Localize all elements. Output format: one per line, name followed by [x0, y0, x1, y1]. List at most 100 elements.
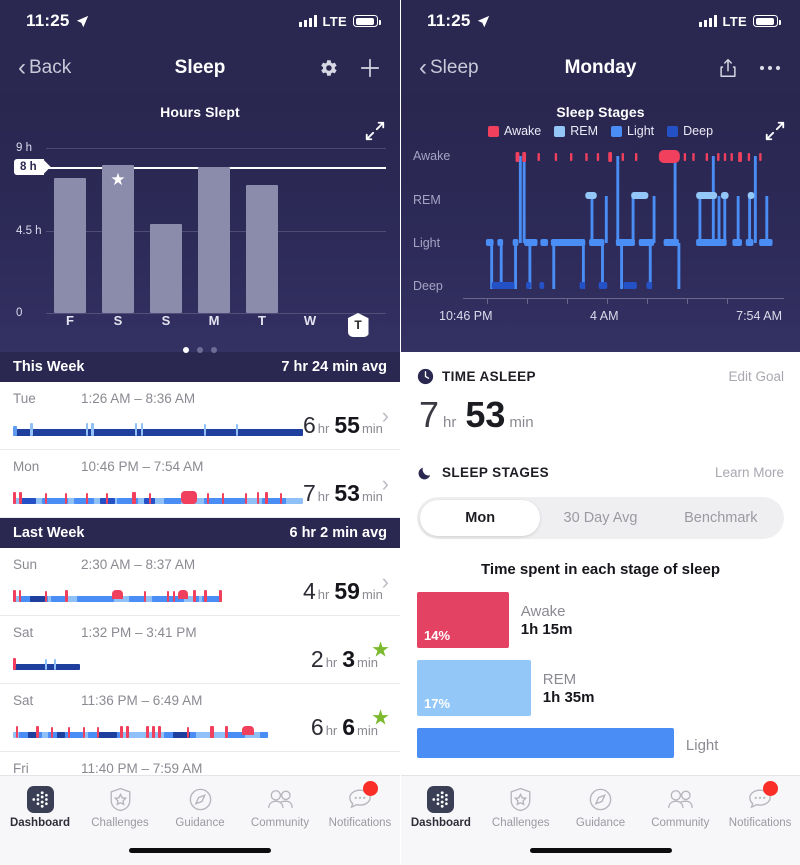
row-duration-min-unit: min: [361, 421, 383, 436]
row-time-range: 11:36 PM – 6:49 AM: [81, 693, 203, 708]
row-duration-hours: 7: [303, 480, 316, 506]
row-time-range: 10:46 PM – 7:54 AM: [81, 459, 204, 474]
tab-label: Community: [651, 816, 710, 829]
tab-challenges[interactable]: Challenges: [80, 776, 160, 838]
tab-label: Challenges: [91, 816, 149, 829]
signal-bars-icon: [298, 15, 317, 27]
y-axis-label-rem: REM: [413, 193, 441, 207]
screenshot-root: 11:25 LTE ‹ Back Sleep Hours Slept 9 h 4…: [0, 0, 800, 865]
row-duration-minutes: 3: [342, 646, 356, 672]
plus-icon[interactable]: [358, 56, 382, 80]
hypnogram-plot: [463, 144, 784, 297]
tab-dashboard[interactable]: Dashboard: [401, 776, 481, 838]
x-axis-tick-today[interactable]: T: [334, 313, 382, 337]
share-icon[interactable]: [716, 56, 740, 80]
hypnogram-svg: [485, 150, 773, 289]
home-indicator[interactable]: [129, 848, 271, 853]
left-nav-bar: ‹ Back Sleep: [0, 42, 400, 94]
edit-goal-link[interactable]: Edit Goal: [728, 369, 784, 384]
page-dot: [211, 347, 217, 353]
table-row[interactable]: Sun 2:30 AM – 8:37 AM 4 hr 59 min ›: [0, 548, 400, 616]
location-arrow-icon: [76, 15, 88, 27]
more-horizontal-icon[interactable]: [758, 56, 782, 80]
x-axis-tick: T: [258, 313, 266, 328]
sleep-stages-title: Sleep Stages: [556, 104, 645, 120]
tab-notifications[interactable]: Notifications: [720, 776, 800, 838]
x-axis-labels: F S S M T W T: [46, 313, 382, 337]
x-axis-tick-end: 7:54 AM: [736, 309, 782, 323]
y-axis-label-light: Light: [413, 236, 441, 250]
tab-challenges[interactable]: Challenges: [481, 776, 561, 838]
tab-community[interactable]: Community: [640, 776, 720, 838]
tab-guidance[interactable]: Guidance: [561, 776, 641, 838]
bar-slot: [334, 128, 382, 313]
stage-percent: 14%: [424, 628, 451, 643]
compass-icon: [589, 788, 612, 810]
page-dot: [197, 347, 203, 353]
x-axis-line: [463, 298, 784, 299]
shield-star-icon: [510, 787, 531, 811]
chevron-right-icon: ›: [381, 402, 389, 428]
row-day: Sun: [13, 557, 38, 572]
section-header-last-week: Last Week 6 hr 2 min avg: [0, 518, 400, 548]
status-bar-indicators: LTE: [698, 13, 781, 29]
row-duration-hr-unit: hr: [325, 723, 338, 738]
tab-dashboard[interactable]: Dashboard: [0, 776, 80, 838]
tab-label: Community: [250, 816, 310, 829]
time-asleep-header: TIME ASLEEP Edit Goal: [417, 352, 784, 385]
row-duration-minutes: 6: [342, 714, 356, 740]
battery-icon: [753, 15, 781, 27]
battery-icon: [353, 15, 381, 27]
expand-icon[interactable]: [764, 120, 786, 147]
tab-mon[interactable]: Mon: [420, 500, 541, 536]
stage-duration: 1h 35m: [542, 688, 595, 706]
row-day: Mon: [13, 459, 40, 474]
tab-guidance[interactable]: Guidance: [160, 776, 240, 838]
tab-community[interactable]: Community: [240, 776, 320, 838]
x-axis-tick: S: [113, 313, 123, 328]
sleep-sparkline: [13, 489, 303, 505]
stage-bar-rem: 17%: [417, 660, 531, 716]
row-duration-hr-unit: hr: [317, 489, 330, 504]
tab-30-day-avg[interactable]: 30 Day Avg: [540, 500, 660, 536]
table-row[interactable]: Sat 11:36 PM – 6:49 AM 6 hr 6 min ★: [0, 684, 400, 752]
goal-badge: 8 h: [14, 158, 44, 175]
tab-label: Guidance: [175, 816, 225, 829]
back-button[interactable]: ‹ Back: [18, 56, 71, 80]
row-duration-hours: 2: [310, 646, 324, 672]
learn-more-link[interactable]: Learn More: [715, 465, 784, 480]
sleep-detail-panel: TIME ASLEEP Edit Goal 7 hr 53 min SLEEP …: [401, 352, 800, 758]
table-row[interactable]: Tue 1:26 AM – 8:36 AM 6 hr 55 min ›: [0, 382, 400, 450]
tab-notifications[interactable]: Notifications: [320, 776, 400, 838]
left-nav-actions: [316, 56, 382, 80]
back-button[interactable]: ‹ Sleep: [419, 56, 479, 80]
tab-label: Challenges: [491, 816, 550, 829]
sleep-sparkline: [13, 587, 303, 603]
row-duration: 6 hr 55 min: [303, 412, 392, 439]
back-button-label: Sleep: [430, 57, 479, 78]
stage-name: REM: [542, 670, 577, 688]
x-axis-tick: M: [208, 313, 220, 328]
chart-legend: Awake REM Light Deep: [401, 120, 800, 144]
row-duration: 4 hr 59 min: [303, 578, 392, 605]
status-bar-indicators: LTE: [298, 14, 381, 29]
tab-benchmark[interactable]: Benchmark: [661, 500, 781, 536]
table-row[interactable]: Sat 1:32 PM – 3:41 PM 2 hr 3 min ★: [0, 616, 400, 684]
right-nav-actions: [716, 56, 782, 80]
row-time-range: 1:32 PM – 3:41 PM: [81, 625, 197, 640]
stage-row-light: Light: [417, 728, 784, 758]
tab-bar: Dashboard Challenges Guidance Community: [401, 775, 800, 865]
row-day: Sat: [13, 625, 34, 640]
table-row[interactable]: Mon 10:46 PM – 7:54 AM 7 hr 53 min ›: [0, 450, 400, 518]
network-label: LTE: [722, 13, 747, 29]
home-indicator[interactable]: [529, 848, 672, 853]
legend-item-deep: Deep: [667, 124, 713, 138]
row-duration-hr-unit: hr: [325, 655, 338, 670]
chevron-right-icon: ›: [381, 470, 389, 496]
status-bar-time: 11:25: [427, 11, 471, 30]
x-axis-tick: F: [66, 313, 74, 328]
moon-icon: [418, 467, 431, 480]
row-duration-hours: 4: [303, 578, 316, 604]
gear-icon[interactable]: [316, 56, 340, 80]
stage-bar-light: [417, 728, 674, 758]
